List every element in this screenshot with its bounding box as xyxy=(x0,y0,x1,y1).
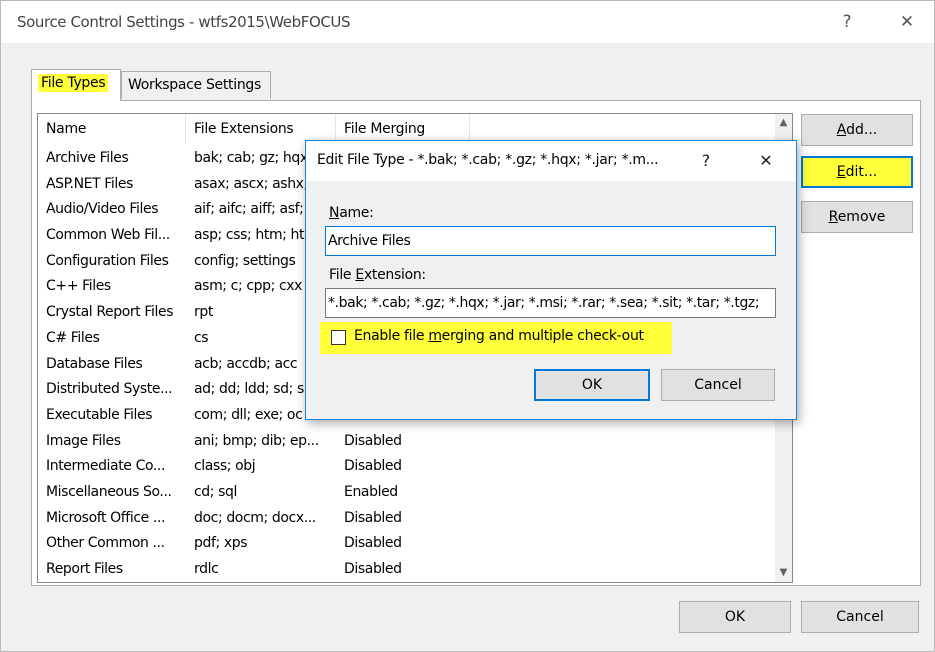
list-cell-name: Executable Files xyxy=(46,406,153,423)
list-item[interactable]: Image Files ani; bmp; dib; ep... Disabled xyxy=(38,429,792,455)
edit-dialog-title-bar: Edit File Type - *.bak; *.cab; *.gz; *.h… xyxy=(306,141,796,181)
list-cell-name: C++ Files xyxy=(46,278,111,295)
list-cell-name: Microsoft Office ... xyxy=(46,509,166,526)
list-cell-ext: class; obj xyxy=(194,458,256,475)
edit-button-label: dit... xyxy=(845,164,878,180)
file-extension-label: File Extension: xyxy=(329,267,426,283)
window-title: Source Control Settings - wtfs2015\WebFO… xyxy=(17,13,351,31)
list-cell-name: Common Web Fil... xyxy=(46,227,170,244)
merge-checkbox-label: Enable file merging and multiple check-o… xyxy=(354,328,644,344)
list-item[interactable]: Microsoft Office ... doc; docm; docx... Di… xyxy=(38,506,792,532)
remove-button[interactable]: Remove xyxy=(801,201,913,233)
file-extension-label-text: xtension: xyxy=(363,267,426,283)
close-icon[interactable]: ✕ xyxy=(887,7,927,37)
help-icon[interactable]: ? xyxy=(827,7,867,37)
file-extension-input[interactable]: *.bak; *.cab; *.gz; *.hqx; *.jar; *.msi;… xyxy=(325,288,776,318)
list-cell-name: Image Files xyxy=(46,432,121,449)
edit-dialog-title: Edit File Type - *.bak; *.cab; *.gz; *.h… xyxy=(317,152,659,168)
edit-dialog-ok-button[interactable]: OK xyxy=(534,369,650,401)
ok-button[interactable]: OK xyxy=(679,601,791,633)
list-cell-name: Archive Files xyxy=(46,150,129,166)
edit-dialog-close-icon[interactable]: ✕ xyxy=(752,147,780,175)
list-cell-merge: Disabled xyxy=(344,561,402,577)
list-cell-ext: cd; sql xyxy=(194,483,238,500)
list-cell-ext: doc; docm; docx... xyxy=(194,509,316,526)
scroll-up-icon[interactable]: ▲ xyxy=(775,114,792,131)
remove-button-mnemonic: R xyxy=(828,209,838,225)
name-label-text: ame: xyxy=(339,205,374,221)
list-cell-name: ASP.NET Files xyxy=(46,175,134,192)
list-cell-name: C# Files xyxy=(46,329,100,346)
list-cell-name: Configuration Files xyxy=(46,252,169,269)
file-extension-label-pre: File xyxy=(329,267,356,283)
add-button-label: dd... xyxy=(846,122,878,138)
list-cell-merge: Disabled xyxy=(344,535,402,552)
list-cell-name: Audio/Video Files xyxy=(46,201,159,218)
edit-button[interactable]: Edit... xyxy=(801,156,913,188)
list-cell-merge: Disabled xyxy=(344,432,402,449)
list-cell-ext: pdf; xps xyxy=(194,535,248,552)
name-label-mnemonic: N xyxy=(329,205,340,221)
merge-checkbox-row[interactable]: Enable file merging and multiple check-o… xyxy=(320,322,672,354)
list-item[interactable]: Other Common ... pdf; xps Disabled xyxy=(38,531,792,557)
list-item[interactable]: Miscellaneous So... cd; sql Enabled xyxy=(38,480,792,506)
list-cell-name: Miscellaneous So... xyxy=(46,483,172,500)
edit-dialog-cancel-button[interactable]: Cancel xyxy=(661,369,775,401)
merge-label-pre: Enable file xyxy=(354,328,429,344)
list-cell-merge: Disabled xyxy=(344,509,402,526)
name-label: Name: xyxy=(329,205,374,221)
list-cell-name: Report Files xyxy=(46,561,123,577)
tab-workspace-settings-label: Workspace Settings xyxy=(128,77,261,93)
scroll-down-icon[interactable]: ▼ xyxy=(775,564,792,581)
list-cell-name: Crystal Report Files xyxy=(46,304,174,321)
name-input[interactable]: Archive Files xyxy=(325,226,776,256)
list-cell-merge: Enabled xyxy=(344,483,398,500)
list-cell-name: Other Common ... xyxy=(46,535,165,552)
file-extension-label-mnemonic: E xyxy=(355,267,364,283)
add-button-mnemonic: A xyxy=(836,122,847,138)
merge-checkbox[interactable] xyxy=(331,330,346,345)
remove-button-label: emove xyxy=(837,209,886,225)
edit-file-type-dialog: Edit File Type - *.bak; *.cab; *.gz; *.h… xyxy=(305,140,797,420)
title-bar: Source Control Settings - wtfs2015\WebFO… xyxy=(1,1,934,43)
tab-file-types[interactable]: File Types xyxy=(31,69,121,101)
edit-button-mnemonic: E xyxy=(836,164,846,180)
list-cell-ext: rdlc xyxy=(194,561,219,577)
list-cell-name: Distributed Syste... xyxy=(46,381,173,398)
edit-dialog-help-icon[interactable]: ? xyxy=(692,147,720,175)
tab-workspace-settings[interactable]: Workspace Settings xyxy=(121,71,271,99)
list-item[interactable]: Report Files rdlc Disabled xyxy=(38,557,792,582)
add-button[interactable]: Add... xyxy=(801,114,913,146)
list-cell-ext: ani; bmp; dib; ep... xyxy=(194,432,319,449)
cancel-button[interactable]: Cancel xyxy=(801,601,919,633)
list-cell-merge: Disabled xyxy=(344,458,402,475)
list-item[interactable]: Intermediate Co... class; obj Disabled xyxy=(38,454,792,480)
list-cell-name: Database Files xyxy=(46,355,143,372)
merge-label-mnemonic: m xyxy=(428,328,442,344)
tab-file-types-label: File Types xyxy=(38,74,109,92)
merge-label-text: erging and multiple check-out xyxy=(441,328,644,344)
column-header-name[interactable]: Name xyxy=(38,114,186,144)
list-cell-name: Intermediate Co... xyxy=(46,458,166,475)
